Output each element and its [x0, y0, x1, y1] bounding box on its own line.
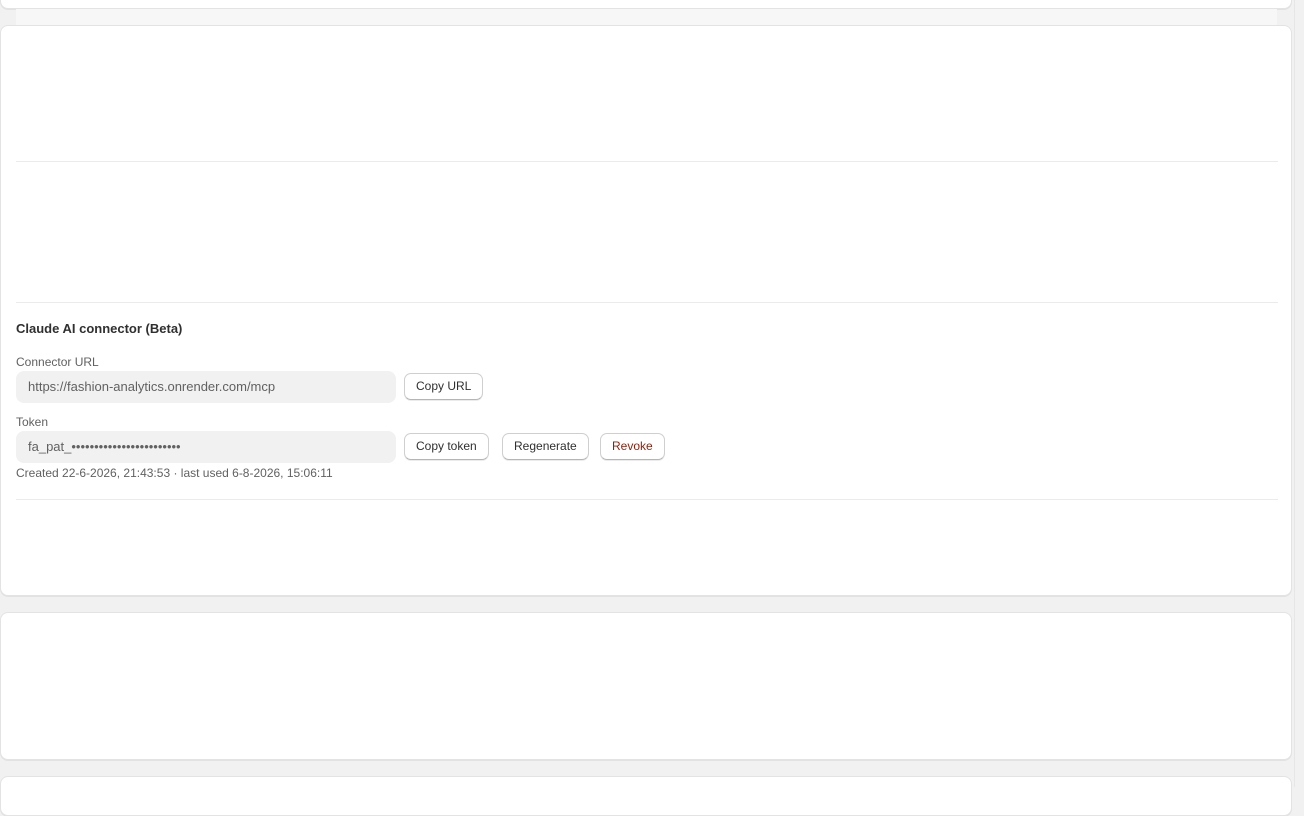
card-gap-strip	[16, 9, 1277, 25]
regenerate-button[interactable]: Regenerate	[502, 433, 589, 460]
empty-card	[0, 612, 1292, 760]
connector-url-label: Connector URL	[16, 355, 99, 369]
revoke-button[interactable]: Revoke	[600, 433, 665, 460]
copy-token-button[interactable]: Copy token	[404, 433, 489, 460]
top-card	[0, 0, 1292, 9]
scrollbar[interactable]	[1294, 0, 1304, 787]
divider-2	[16, 302, 1278, 303]
bottom-card	[0, 776, 1292, 816]
settings-card: Claude AI connector (Beta) Connector URL…	[0, 25, 1292, 596]
divider-1	[16, 161, 1278, 162]
token-meta-text: Created 22-6-2026, 21:43:53 · last used …	[16, 466, 333, 480]
token-field[interactable]: fa_pat_••••••••••••••••••••••••	[16, 431, 396, 463]
connector-url-field[interactable]: https://fashion-analytics.onrender.com/m…	[16, 371, 396, 403]
token-label: Token	[16, 415, 49, 429]
connector-section-title: Claude AI connector (Beta)	[16, 321, 183, 336]
divider-3	[16, 499, 1278, 500]
copy-url-button[interactable]: Copy URL	[404, 373, 484, 400]
